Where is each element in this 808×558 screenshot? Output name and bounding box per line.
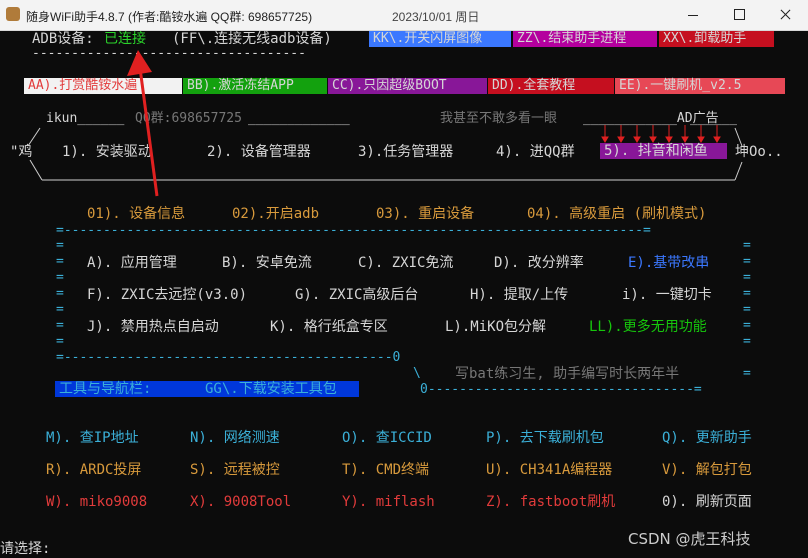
- banner-frame-right-top: [734, 127, 743, 147]
- banner-frame: [27, 127, 743, 181]
- banner-frame-left-top: [27, 127, 41, 147]
- banner-frame-right-bottom: [734, 161, 743, 181]
- terminal-window: 随身WiFi助手4.8.7 (作者:酷铵水遍 QQ群: 698657725) 2…: [0, 0, 808, 558]
- banner-frame-left-bottom: [29, 159, 43, 181]
- annotation-overlay: [27, 50, 743, 197]
- ad-arrows: [601, 125, 721, 143]
- red-pointer-arrow: [127, 50, 159, 197]
